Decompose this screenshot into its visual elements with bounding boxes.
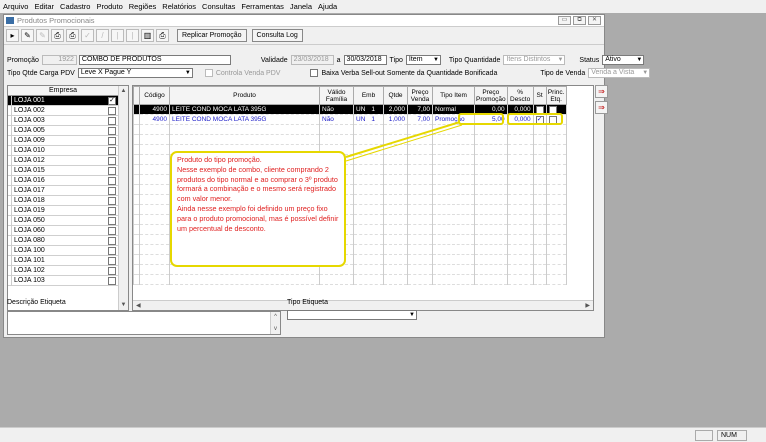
annotation-line-3: Ainda nesse exemplo foi definido um preç… — [177, 203, 339, 233]
connector-line-2 — [345, 124, 463, 162]
connector-line-1 — [345, 121, 461, 158]
status-bar: NUM — [0, 427, 766, 442]
annotation-line-1: Produto do tipo promoção. — [177, 155, 262, 164]
annotation-line-2: Nesse exemplo de combo, cliente comprand… — [177, 164, 338, 204]
status-cell-empty — [695, 430, 713, 441]
annotation-callout: Produto do tipo promoção. Nesse exemplo … — [170, 151, 346, 267]
annotation-connector — [345, 121, 463, 162]
num-lock-indicator: NUM — [717, 430, 747, 441]
